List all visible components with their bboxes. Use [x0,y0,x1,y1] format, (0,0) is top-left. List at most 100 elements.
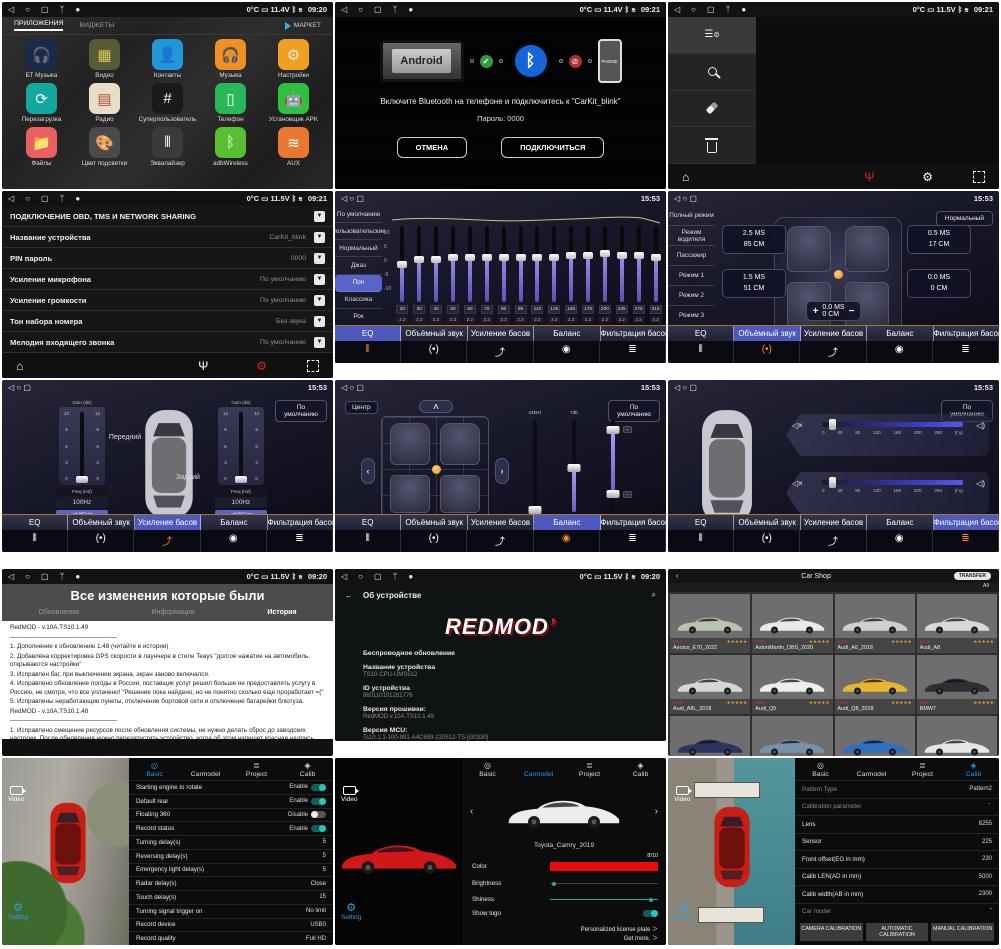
dropdown-icon[interactable]: ▼ [314,337,325,348]
eq-band[interactable]: 50 2.2 [445,226,462,324]
app-icon[interactable]: ᛒ adbWireless [199,127,262,167]
cancel-button[interactable]: ОТМЕНА [397,137,468,158]
eq-band[interactable]: 60 2.2 [462,226,479,324]
audio-tab[interactable]: Фильтрация басов [934,515,999,530]
surround-mode[interactable]: Режим водителя [668,226,715,246]
audio-tab-icon[interactable]: ⫴ [335,341,401,363]
screenshot-button[interactable] [973,171,985,183]
app-icon[interactable]: ⫴ Эквалайзер [136,127,199,167]
eq-slider-knob[interactable] [482,254,492,261]
surround-mode[interactable]: Полный режим [668,206,715,226]
cam-setting-row[interactable]: Record status Enable [129,821,333,835]
eq-slider-knob[interactable] [634,252,644,259]
audio-tab[interactable]: Баланс [534,326,600,341]
rear-filter-slider[interactable]: Задний ◁× 04080120160200250(Гц) ◁) [786,472,989,514]
preset-button[interactable]: Нормальный [936,211,993,226]
car-card[interactable]: V3.0★★★★★ AstonMartin_DBS_2020 [752,594,832,653]
cam-tab[interactable]: ◈Calib [948,761,999,778]
cam-setting-row[interactable]: Default rear Enable [129,794,333,808]
cam-tab[interactable]: ◈Calib [615,761,666,778]
app-icon[interactable]: ⟳ Перезагрузка [10,83,73,123]
settings-row[interactable]: Тон набора номера Без звука ▼ [2,311,333,332]
cam-tab[interactable]: ◈Calib [282,761,333,778]
eq-band[interactable]: 20 2.2 [394,226,411,324]
toggle[interactable] [311,811,326,818]
audio-tab-icon[interactable]: (•) [401,530,467,552]
toggle[interactable] [311,798,326,805]
eq-preset[interactable]: Нормальный [335,240,382,257]
car-card[interactable]: V3.0★★★★★ Audi_Q5 [752,655,832,714]
freq-option[interactable]: 100Hz [215,497,267,508]
audio-tab-icon[interactable]: ⫴ [668,530,734,552]
audio-tab[interactable]: EQ [335,515,401,530]
eq-band[interactable]: 235 2.2 [613,226,630,324]
car-card[interactable]: ★★★★★ [835,716,915,756]
home-button[interactable]: ⌂ [16,359,23,373]
spdif-freq-slider[interactable]: 24kHz Spdif Freq [533,420,537,512]
freq-option[interactable]: 100Hz [56,497,108,508]
get-more-link[interactable]: Get more. ＞ [624,933,658,942]
eq-preset[interactable]: По умолчанию [335,206,382,223]
search-button[interactable] [668,54,756,91]
mute-icon[interactable]: ◁× [792,479,803,488]
about-row[interactable]: Версия прошивки: RedMOD v.10A.TS10.1.49 [335,706,666,720]
cam-setting-row[interactable]: Record device USB0 [129,918,333,932]
show-logo-toggle[interactable] [643,910,658,917]
nav-icon[interactable]: ○ [691,5,696,14]
license-plate-link[interactable]: Personalized license plate ＞ [581,924,658,933]
changelog-tab[interactable]: Обновления [38,609,78,616]
eq-slider-knob[interactable] [431,256,441,263]
eq-slider-knob[interactable] [397,261,407,268]
surround-mode[interactable]: Режим 1 [668,266,715,286]
settings-button[interactable]: ⚙ [256,359,267,373]
cam-tab[interactable]: ≣Project [231,761,282,778]
app-icon[interactable]: 🎨 Цвет подсветки [73,127,136,167]
car-card[interactable]: V3.0★★★★★ Audi_Q8_2018 [835,655,915,714]
cam-tab[interactable]: Carmodel [513,761,564,778]
shiness-knob[interactable] [649,898,653,902]
eq-slider-knob[interactable] [448,254,458,261]
settings-row[interactable]: Мелодия входящего звонка По умолчанию ▼ [2,332,333,353]
nav-icon[interactable]: ᛉ [393,5,398,14]
eq-slider-knob[interactable] [414,256,424,263]
next-car-arrow[interactable]: › [655,806,658,817]
settings-button[interactable]: ⚙ [922,170,933,184]
default-button[interactable]: По умолчанию [608,400,660,422]
app-icon[interactable]: ▦ Видео [73,39,136,79]
cam-setting-row[interactable]: Turning signal trigger on No limit [129,904,333,918]
eq-band[interactable]: 95 2.2 [512,226,529,324]
audio-tab-icon[interactable]: ◉ [534,341,600,363]
eq-slider-knob[interactable] [516,254,526,261]
eq-band[interactable]: 150 2.2 [563,226,580,324]
audio-tab-icon[interactable]: (•) [734,341,800,363]
car-card[interactable]: V3.0★★★★★ Audi_A6_2018 [835,594,915,653]
slider-knob[interactable] [568,464,581,472]
audio-tab-icon[interactable]: ⤴ [467,530,533,552]
audio-tab-icon[interactable]: ◉ [867,530,933,552]
delay-chip-front-right[interactable]: 0.5 MS 17 CM [907,225,971,254]
cam-setting-row[interactable]: Floating 360 Disable [129,808,333,822]
nav-icon[interactable]: ᛉ [60,194,65,203]
eq-slider-knob[interactable] [549,254,559,261]
minus-chip[interactable]: − [623,426,632,433]
changelog-tab[interactable]: История [267,609,296,616]
gain-knob[interactable] [235,476,247,483]
eraser-button[interactable] [668,91,756,128]
about-row[interactable]: ID устройства 860110101281776 [335,685,666,699]
delay-chip-front-left[interactable]: 2.5 MS 85 CM [722,225,786,254]
audio-tab[interactable]: Объёмный звук [401,515,467,530]
audio-tab-icon[interactable]: ⤴ [800,341,866,363]
tab-apps[interactable]: ПРИЛОЖЕНИЯ [14,20,63,31]
audio-tab[interactable]: Фильтрация басов [601,326,666,341]
nav-icon[interactable]: ○ [25,194,30,203]
brightness-knob[interactable] [552,882,556,886]
calib-row[interactable]: Calib width(AB in mm) 2300 [795,885,999,903]
eq-slider-knob[interactable] [566,252,576,259]
cam-tab[interactable]: Carmodel [846,761,897,778]
audio-tab[interactable]: Баланс [201,515,267,530]
eq-slider-knob[interactable] [600,250,610,257]
eq-slider-knob[interactable] [532,254,542,261]
app-icon[interactable]: 📁 Файлы [10,127,73,167]
lower-knob[interactable] [607,490,620,498]
cam-setting-row[interactable]: Starting engine to rotate Enable [129,780,333,794]
